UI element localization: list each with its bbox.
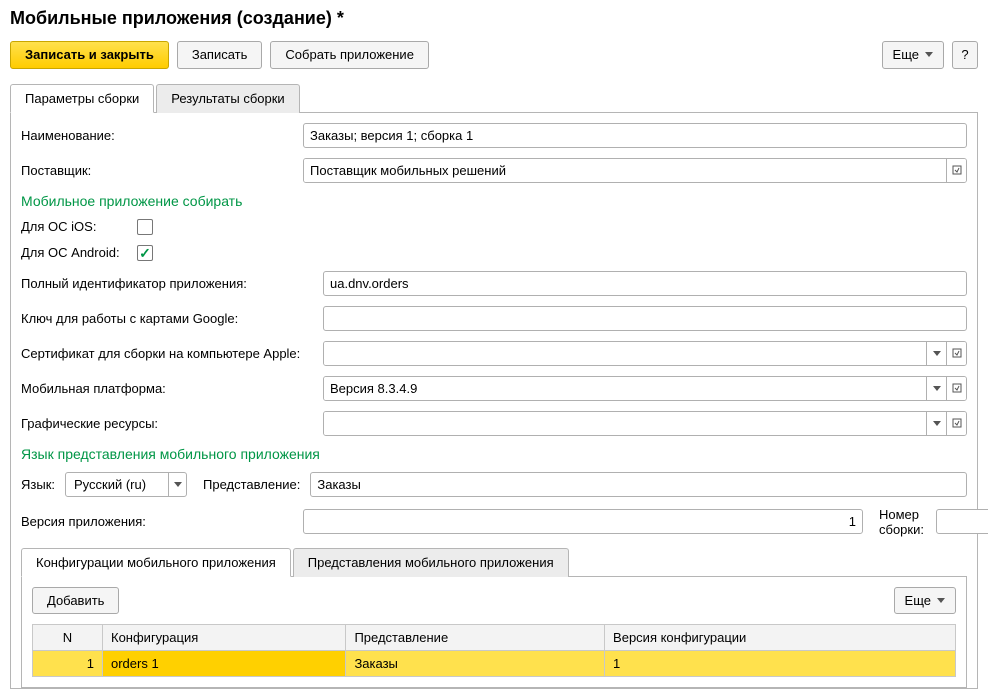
build-app-button[interactable]: Собрать приложение [270, 41, 429, 69]
ios-label: Для ОС iOS: [21, 219, 131, 234]
save-button[interactable]: Записать [177, 41, 263, 69]
cell-n[interactable]: 1 [33, 651, 103, 677]
fullid-label: Полный идентификатор приложения: [21, 276, 317, 291]
appver-label: Версия приложения: [21, 514, 297, 529]
tab-representations[interactable]: Представления мобильного приложения [293, 548, 569, 577]
table-row[interactable]: 1 orders 1 Заказы 1 [33, 651, 956, 677]
build-input[interactable] [936, 509, 988, 534]
params-panel: Наименование: Поставщик: Мобильное прило… [10, 113, 978, 690]
gkey-label: Ключ для работы с картами Google: [21, 311, 317, 326]
main-tabstrip: Параметры сборки Результаты сборки [10, 83, 978, 113]
build-section-header: Мобильное приложение собирать [21, 193, 967, 209]
more-button[interactable]: Еще [882, 41, 944, 69]
open-icon [952, 383, 962, 393]
build-label: Номер сборки: [869, 507, 930, 537]
vendor-open-button[interactable] [946, 159, 966, 182]
cert-input[interactable] [324, 342, 926, 365]
lang-label: Язык: [21, 477, 59, 492]
fullid-input[interactable] [323, 271, 967, 296]
more-button-label: Еще [893, 47, 919, 63]
vendor-input-group [303, 158, 967, 183]
gfx-select-button[interactable] [926, 412, 946, 435]
vendor-input[interactable] [304, 159, 946, 182]
nested-more-button[interactable]: Еще [894, 587, 956, 615]
gfx-open-button[interactable] [946, 412, 966, 435]
tab-build-params[interactable]: Параметры сборки [10, 84, 154, 113]
platform-input-group [323, 376, 967, 401]
cert-select-button[interactable] [926, 342, 946, 365]
configurations-grid: N Конфигурация Представление Версия конф… [32, 624, 956, 677]
lang-select[interactable]: Русский (ru) [65, 472, 187, 497]
gfx-input[interactable] [324, 412, 926, 435]
chevron-down-icon [937, 598, 945, 603]
name-input[interactable] [303, 123, 967, 148]
repr-label: Представление: [193, 477, 304, 492]
cert-input-group [323, 341, 967, 366]
ios-checkbox[interactable] [137, 219, 153, 235]
android-checkbox[interactable] [137, 245, 153, 261]
open-icon [952, 165, 962, 175]
platform-open-button[interactable] [946, 377, 966, 400]
col-representation[interactable]: Представление [346, 625, 605, 651]
chevron-down-icon [925, 52, 933, 57]
page-title: Мобильные приложения (создание) * [10, 8, 978, 29]
cell-version[interactable]: 1 [605, 651, 956, 677]
cell-configuration[interactable]: orders 1 [103, 651, 346, 677]
name-label: Наименование: [21, 128, 297, 143]
appver-input[interactable] [303, 509, 863, 534]
repr-input[interactable] [310, 472, 967, 497]
open-icon [952, 348, 962, 358]
col-version[interactable]: Версия конфигурации [605, 625, 956, 651]
cell-representation[interactable]: Заказы [346, 651, 605, 677]
nested-tabs: Конфигурации мобильного приложения Предс… [21, 547, 967, 689]
gfx-input-group [323, 411, 967, 436]
platform-input[interactable] [324, 377, 926, 400]
save-and-close-button[interactable]: Записать и закрыть [10, 41, 169, 69]
vendor-label: Поставщик: [21, 163, 297, 178]
tab-configurations[interactable]: Конфигурации мобильного приложения [21, 548, 291, 577]
help-button[interactable]: ? [952, 41, 978, 69]
lang-select-value: Русский (ru) [66, 473, 168, 496]
android-label: Для ОС Android: [21, 245, 131, 260]
gkey-input[interactable] [323, 306, 967, 331]
gfx-label: Графические ресурсы: [21, 416, 317, 431]
platform-label: Мобильная платформа: [21, 381, 317, 396]
lang-section-header: Язык представления мобильного приложения [21, 446, 967, 462]
add-button[interactable]: Добавить [32, 587, 119, 615]
nested-more-label: Еще [905, 593, 931, 609]
lang-select-button[interactable] [168, 473, 186, 496]
tab-build-results[interactable]: Результаты сборки [156, 84, 299, 113]
open-icon [952, 418, 962, 428]
cert-open-button[interactable] [946, 342, 966, 365]
cert-label: Сертификат для сборки на компьютере Appl… [21, 346, 317, 361]
platform-select-button[interactable] [926, 377, 946, 400]
main-toolbar: Записать и закрыть Записать Собрать прил… [10, 41, 978, 69]
col-n[interactable]: N [33, 625, 103, 651]
col-configuration[interactable]: Конфигурация [103, 625, 346, 651]
configurations-panel: Добавить Еще N Конфигурация Представлени… [21, 577, 967, 689]
